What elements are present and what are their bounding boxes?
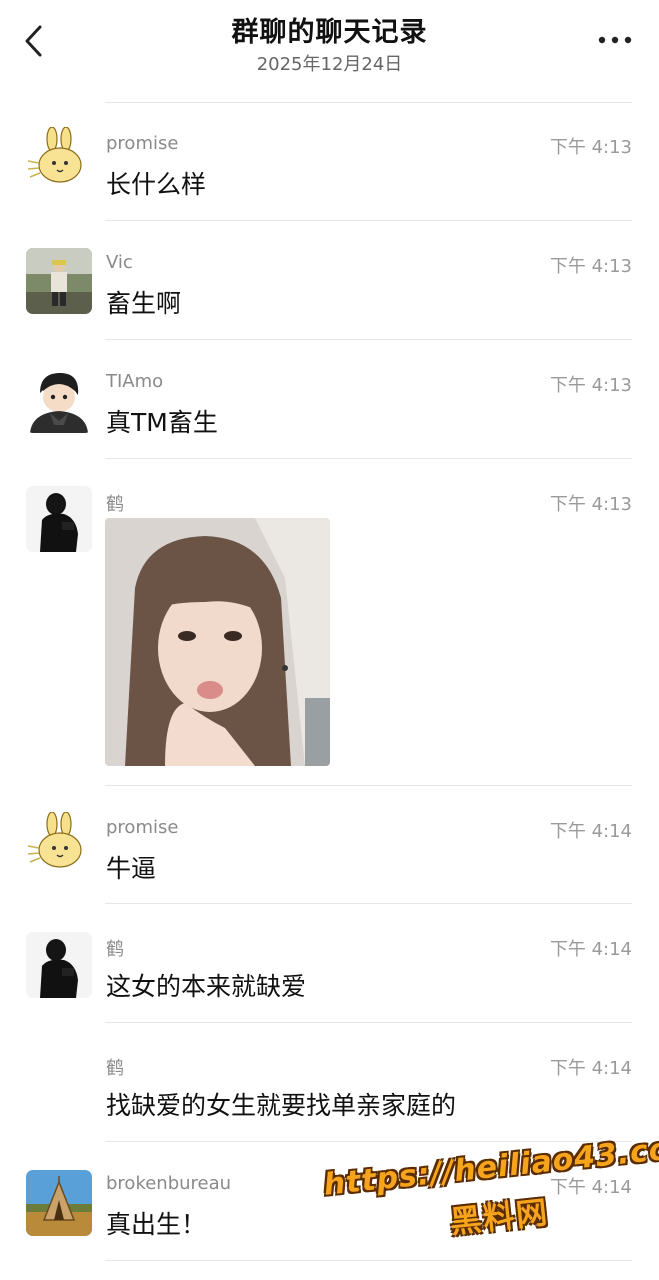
cartoon-boy-avatar-icon — [26, 367, 92, 433]
page-title: 群聊的聊天记录 — [231, 17, 428, 48]
message-item[interactable]: Vic 下午 4:13 畜生啊 — [0, 221, 659, 339]
message-text[interactable]: 找缺爱的女生就要找单亲家庭的 — [106, 1086, 456, 1122]
avatar[interactable] — [26, 486, 92, 552]
sender-name: promise — [106, 817, 179, 838]
message-time: 下午 4:13 — [549, 137, 632, 158]
message-item[interactable]: 鹤 下午 4:13 — [0, 459, 659, 785]
message-item[interactable]: 鹤 下午 4:14 这女的本来就缺爱 — [0, 904, 659, 1022]
message-image[interactable] — [105, 518, 330, 766]
message-time: 下午 4:13 — [549, 375, 632, 396]
avatar[interactable] — [26, 932, 92, 998]
more-button[interactable] — [597, 30, 633, 50]
sender-name: Vic — [106, 252, 133, 273]
avatar[interactable] — [26, 367, 92, 433]
sender-name: 鹤 — [106, 1058, 124, 1079]
dark-figure-avatar-icon — [26, 486, 92, 552]
tent-landscape-avatar-icon — [26, 1170, 92, 1236]
sender-name: 鹤 — [106, 939, 124, 960]
sender-name: brokenbureau — [106, 1173, 232, 1194]
avatar[interactable] — [26, 1170, 92, 1236]
message-text[interactable]: 长什么样 — [106, 165, 206, 201]
more-dots-icon — [598, 36, 632, 44]
avatar[interactable] — [26, 248, 92, 314]
message-text[interactable]: 畜生啊 — [106, 284, 181, 320]
sender-name: 鹤 — [106, 494, 124, 515]
message-text[interactable]: 牛逼 — [106, 849, 156, 885]
message-time: 下午 4:14 — [549, 1058, 632, 1079]
selfie-photo-image — [105, 518, 330, 766]
avatar[interactable] — [26, 812, 92, 878]
dark-figure-avatar-icon — [26, 932, 92, 998]
message-time: 下午 4:14 — [549, 939, 632, 960]
message-item[interactable]: TIAmo 下午 4:13 真TM畜生 — [0, 340, 659, 458]
message-time: 下午 4:13 — [549, 256, 632, 277]
header-bar: 群聊的聊天记录 2025年12月24日 — [0, 0, 659, 100]
message-time: 下午 4:14 — [549, 821, 632, 842]
rabbit-avatar-icon — [26, 812, 92, 878]
message-text[interactable]: 真出生！ — [106, 1205, 206, 1241]
sender-name: TIAmo — [106, 371, 164, 392]
sender-name: promise — [106, 133, 179, 154]
message-item[interactable]: promise 下午 4:14 牛逼 — [0, 786, 659, 903]
chat-date: 2025年12月24日 — [256, 54, 403, 75]
message-item[interactable]: 鹤 下午 4:14 找缺爱的女生就要找单亲家庭的 — [0, 1023, 659, 1141]
photo-avatar-icon — [26, 248, 92, 314]
message-text[interactable]: 这女的本来就缺爱 — [106, 967, 306, 1003]
rabbit-avatar-icon — [26, 127, 92, 193]
message-text[interactable]: 真TM畜生 — [106, 403, 218, 439]
message-item[interactable]: promise 下午 4:13 长什么样 — [0, 103, 659, 220]
avatar[interactable] — [26, 127, 92, 193]
message-time: 下午 4:13 — [549, 494, 632, 515]
watermark-name: 黑料网 — [448, 1194, 551, 1241]
